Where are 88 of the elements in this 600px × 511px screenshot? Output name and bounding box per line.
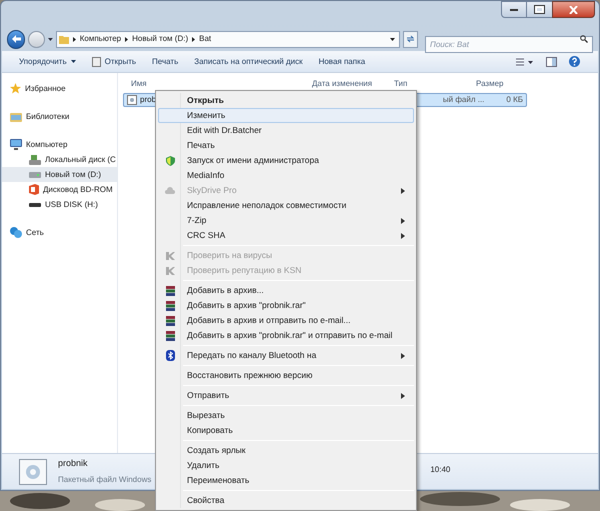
help-icon[interactable] [569,56,580,67]
file-type: Пакетный файл Windows [58,474,152,486]
menu-item[interactable]: Исправление неполадок совместимости [158,198,414,213]
shield-icon [166,156,174,166]
column-header[interactable]: Дата изменения [308,78,390,90]
menu-item[interactable]: 7-Zip [158,213,414,228]
menu-item[interactable]: Добавить в архив... [158,283,414,298]
submenu-arrow-icon [401,232,405,238]
column-header[interactable]: Размер [472,78,542,90]
breadcrumb-link[interactable]: Новый том (D:) [132,33,188,45]
menu-item[interactable]: Открыть [158,93,414,108]
preview-pane-icon[interactable] [546,56,557,66]
breadcrumb-arrow-icon [192,36,196,42]
file-name: probnik [58,457,89,470]
submenu-arrow-icon [401,188,405,194]
menu-item[interactable]: Удалить [158,458,414,473]
breadcrumb-arrow-icon [72,36,76,42]
network-icon [10,227,22,238]
file-size: 0 КБ [506,94,523,106]
cloud-icon [165,187,175,194]
address-field[interactable]: Компьютер Новый том (D:) Bat [56,30,400,48]
computer-icon [10,139,22,150]
bluetooth-icon [166,350,174,361]
menu-item[interactable]: Отправить [158,388,414,403]
back-arrow-icon [12,35,21,43]
menu-item[interactable]: Передать по каналу Bluetooth на [158,348,414,363]
refresh-button[interactable] [402,30,418,48]
books-icon [166,300,174,310]
submenu-arrow-icon [401,352,405,358]
menu-item[interactable]: Изменить [158,108,414,123]
toolbar-button[interactable]: Печать [145,52,186,70]
search-field[interactable]: Поиск: Bat [425,36,594,52]
history-dropdown-icon [48,38,53,40]
breadcrumb-link[interactable]: Компьютер [80,33,122,45]
toolbar-button[interactable]: Новая папка [312,52,372,70]
close-button[interactable] [552,1,595,18]
menu-item[interactable]: MediaInfo [158,168,414,183]
toolbar-button[interactable]: Открыть [84,52,144,70]
sidebar-item[interactable]: Новый том (D:) [2,167,117,182]
menu-item[interactable]: Создать ярлык [158,443,414,458]
submenu-arrow-icon [401,218,405,224]
toolbar-button[interactable]: Упорядочить [12,52,83,70]
drive-icon [29,154,41,164]
toolbar-button[interactable]: Записать на оптический диск [187,52,310,70]
menu-item[interactable]: Печать [158,138,414,153]
submenu-arrow-icon [401,392,405,398]
sidebar-item[interactable]: Локальный диск (С [2,152,117,167]
file-type: ый файл ... [442,94,484,106]
column-header[interactable]: Имя [123,78,308,90]
breadcrumb-arrow-icon [125,36,128,42]
sidebar-item[interactable]: Библиотеки [2,109,117,124]
menu-item[interactable]: Вырезать [158,408,414,423]
sidebar-item[interactable]: USB DISK (H:) [2,197,117,212]
menu-item[interactable]: Запуск от имени администратора [158,153,414,168]
books-icon [166,316,174,326]
maximize-button[interactable] [527,1,552,18]
dropdown-arrow-icon [390,38,394,40]
usb-drive-icon [29,202,41,206]
drive-icon [29,172,41,178]
dropdown-arrow-icon [70,60,76,63]
back-button[interactable] [7,30,26,48]
breadcrumb-link[interactable]: Bat [199,33,212,45]
menu-item[interactable]: Восстановить прежнюю версию [158,368,414,383]
menu-item[interactable]: Добавить в архив "probnik.rar" [158,298,414,313]
star-icon [10,83,21,94]
menu-item[interactable]: Edit with Dr.Batcher [158,123,414,138]
library-icon [10,112,22,122]
sidebar-item[interactable]: Сеть [2,225,117,240]
modified-time: 10:40 [430,464,450,476]
minimize-button[interactable] [501,1,527,18]
books-icon [166,330,174,340]
column-header[interactable]: Тип [390,78,472,90]
view-options-icon[interactable] [516,58,534,66]
search-icon [580,34,588,42]
refresh-icon [406,35,415,43]
menu-item[interactable]: Переименовать [158,473,414,488]
books-icon [166,286,174,296]
menu-item[interactable]: Добавить в архив и отправить по e-mail... [158,313,414,328]
menu-item[interactable]: Добавить в архив "probnik.rar" и отправить по e-mail [158,328,414,343]
batch-file-icon [127,95,137,105]
sidebar-item[interactable]: Дисковод BD-ROM [2,182,117,197]
close-icon [569,6,578,14]
menu-item[interactable]: Копировать [158,423,414,438]
folder-icon [58,34,69,44]
document-icon [92,56,101,66]
sidebar-item[interactable]: Избранное [2,81,117,96]
menu-item[interactable]: CRC SHA [158,228,414,243]
sidebar-item[interactable]: Компьютер [2,137,117,152]
